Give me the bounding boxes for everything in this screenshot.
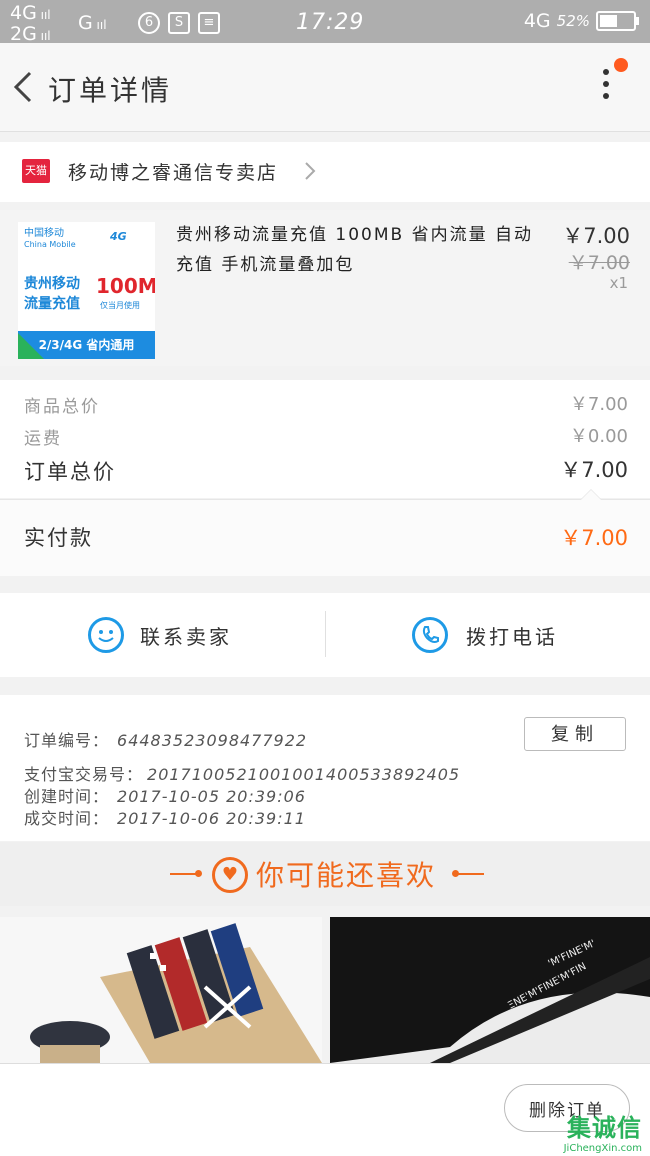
battery-percent: 52% (556, 12, 590, 30)
product-title: 贵州移动流量充值 100MB 省内流量 自动充值 手机流量叠加包 (176, 225, 533, 275)
signal-sim2: G ııl (78, 12, 107, 34)
shipping-label: 运费 (24, 429, 62, 449)
phone-icon (412, 617, 448, 653)
recommend-header: ♥ 你可能还喜欢 (0, 842, 650, 906)
recommend-item-socks[interactable] (0, 917, 322, 1063)
chevron-left-icon[interactable] (8, 67, 40, 107)
call-button[interactable]: 拨打电话 (326, 593, 650, 677)
product-price: ￥7.00 (562, 224, 630, 248)
goods-total-value: ￥7.00 (569, 394, 628, 415)
paid-value: ￥7.00 (560, 526, 628, 550)
more-vertical-icon[interactable] (594, 69, 618, 109)
store-row[interactable]: 天猫 移动博之睿通信专卖店 (0, 142, 650, 202)
sync-icon: 6 (138, 12, 160, 34)
recommend-item-shirt[interactable]: ΞNE'M'FINE'M'FIN 'M'FINE'M' (330, 917, 650, 1063)
call-label: 拨打电话 (466, 625, 558, 649)
chevron-right-icon (305, 162, 316, 180)
recommend-title: 你可能还喜欢 (256, 859, 437, 892)
order-number: 64483523098477922 (117, 731, 308, 750)
watermark: 集诚信 JiChengXin.com (563, 1114, 642, 1154)
alipay-row: 支付宝交易号： 2017100521001001400533892405 (24, 765, 461, 784)
order-total-label: 订单总价 (24, 460, 116, 484)
network-label: 4G (523, 10, 551, 32)
app-header: 订单详情 (0, 43, 650, 132)
chat-icon (88, 617, 124, 653)
heart-icon: ♥ (212, 857, 248, 893)
paid-row: 实付款 ￥7.00 (0, 489, 650, 576)
contact-seller-label: 联系卖家 (140, 625, 232, 649)
status-icons: 6 S ≡ (138, 12, 220, 34)
s-icon: S (168, 12, 190, 34)
copy-button[interactable]: 复制 (524, 717, 626, 751)
deal-row: 成交时间： 2017-10-06 20:39:11 (24, 809, 306, 828)
order-info: 订单编号： 64483523098477922 复制 支付宝交易号： 2017100… (0, 695, 650, 841)
storage-icon: ≡ (198, 12, 220, 34)
order-total-value: ￥7.00 (560, 458, 628, 482)
shirt-image: ΞNE'M'FINE'M'FIN 'M'FINE'M' (330, 917, 650, 1063)
created-row: 创建时间： 2017-10-05 20:39:06 (24, 787, 306, 806)
battery-icon (596, 11, 639, 31)
status-right: 4G 52% (523, 10, 639, 32)
signal-sim1: 4G ııl 2G ııl (10, 2, 51, 45)
original-price: ￥7.00 (568, 252, 630, 274)
tmall-icon: 天猫 (22, 159, 50, 183)
goods-total-label: 商品总价 (24, 397, 100, 417)
clock: 17:29 (296, 10, 365, 35)
store-name: 移动博之睿通信专卖店 (68, 162, 279, 184)
contact-bar: 联系卖家 拨打电话 (0, 593, 650, 677)
contact-seller-button[interactable]: 联系卖家 (0, 593, 324, 677)
shipping-value: ￥0.00 (569, 426, 628, 447)
bottom-action-bar: 删除订单 集诚信 JiChengXin.com (0, 1063, 650, 1156)
order-number-row: 订单编号： 64483523098477922 (24, 731, 308, 750)
socks-image (0, 917, 322, 1063)
notification-dot (614, 58, 628, 72)
deal-time: 2017-10-06 20:39:11 (117, 809, 306, 828)
product-item[interactable]: 中国移动 China Mobile 4G 贵州移动 流量充值 100M 仅当月使用 … (0, 210, 650, 366)
china-mobile-logo: 中国移动 China Mobile (24, 228, 76, 249)
status-bar: 4G ııl 2G ııl G ııl 6 S ≡ 17:29 4G 52% (0, 0, 650, 45)
alipay-number: 2017100521001001400533892405 (147, 765, 461, 784)
created-time: 2017-10-05 20:39:06 (117, 787, 306, 806)
price-summary: 商品总价 ￥7.00 运费 ￥0.00 订单总价 ￥7.00 (0, 380, 650, 498)
product-thumbnail: 中国移动 China Mobile 4G 贵州移动 流量充值 100M 仅当月使用 … (18, 222, 155, 359)
product-quantity: x1 (609, 274, 628, 292)
paid-label: 实付款 (24, 526, 93, 550)
page-title: 订单详情 (48, 74, 173, 107)
